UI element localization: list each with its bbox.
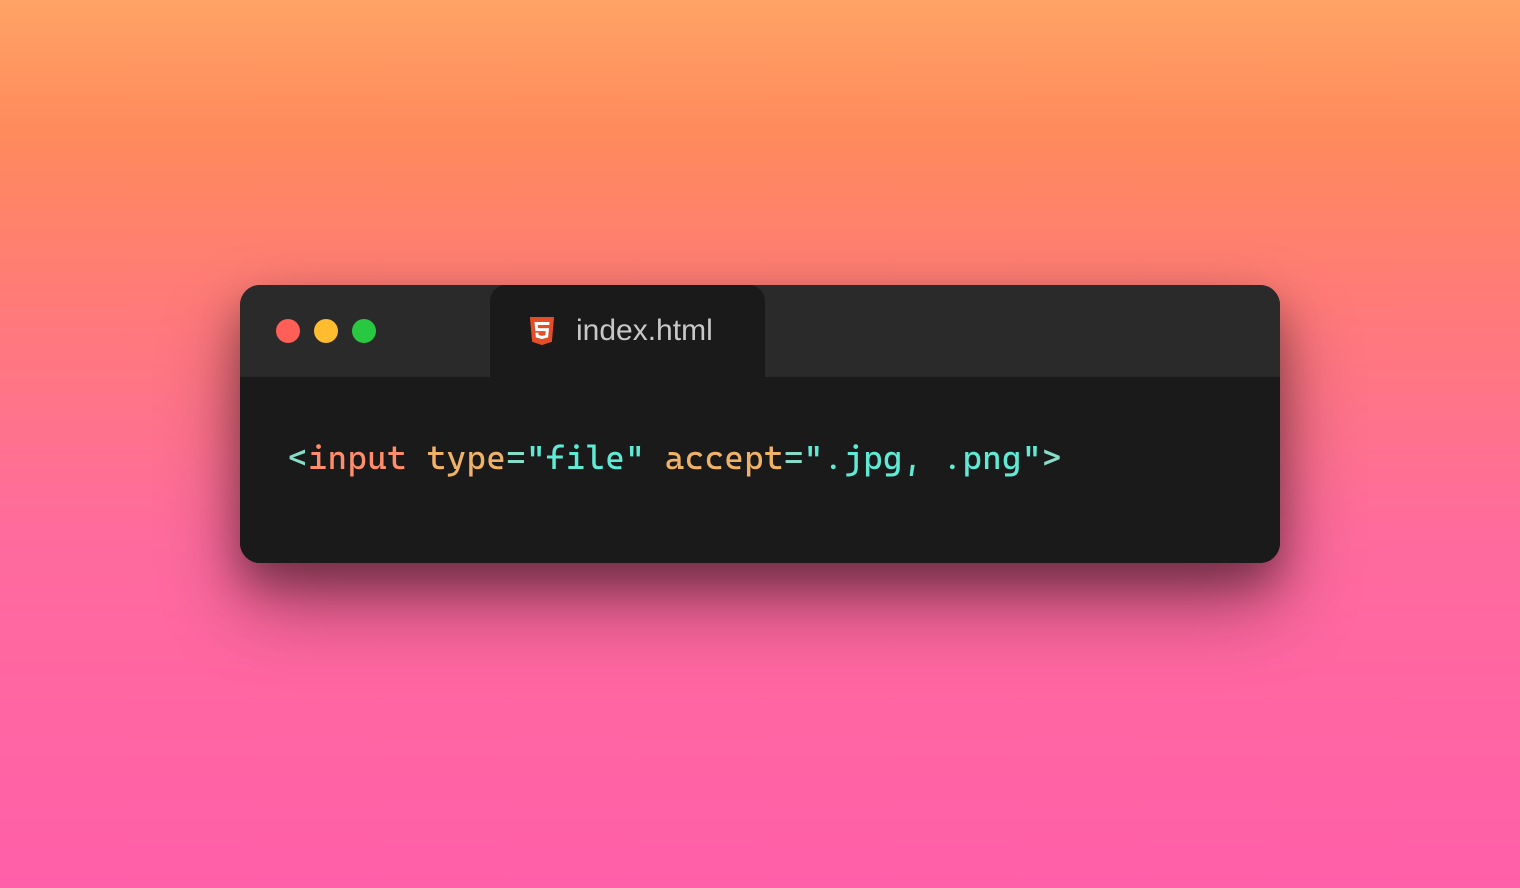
close-window-button[interactable] [276, 319, 300, 343]
file-tab[interactable]: index.html [490, 285, 765, 377]
html5-icon [526, 313, 558, 349]
window-titlebar: index.html [240, 285, 1280, 377]
code-token-bracket-open: < [288, 438, 308, 477]
code-token-attr-type: type [427, 438, 506, 477]
code-token-equals: = [784, 438, 804, 477]
code-token-string-file: "file" [526, 438, 645, 477]
code-line: <input type="file" accept=".jpg, .png"> [288, 433, 1232, 483]
code-token-attr-accept: accept [665, 438, 784, 477]
code-token-equals: = [506, 438, 526, 477]
code-token-tag: input [308, 438, 407, 477]
code-editor-area[interactable]: <input type="file" accept=".jpg, .png"> [240, 377, 1280, 563]
code-editor-window: index.html <input type="file" accept=".j… [240, 285, 1280, 563]
code-token-string-accept: ".jpg, .png" [804, 438, 1042, 477]
maximize-window-button[interactable] [352, 319, 376, 343]
code-token-bracket-close: > [1042, 438, 1062, 477]
minimize-window-button[interactable] [314, 319, 338, 343]
tab-title: index.html [576, 314, 713, 348]
traffic-lights [276, 319, 376, 343]
